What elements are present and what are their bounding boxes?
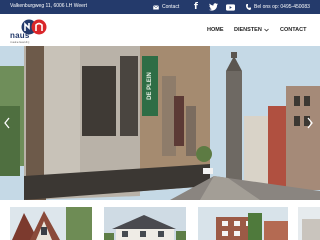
phone-label: Bel ons op: 0495-450083 [254, 4, 310, 10]
property-thumbnail[interactable] [298, 207, 320, 240]
office-address: Valkenburgweg 11, 6006 LH Weert [10, 3, 87, 9]
shop-sign: DE PLEIN [147, 72, 153, 100]
facebook-icon[interactable]: f [192, 1, 200, 13]
property-thumbnail[interactable] [104, 207, 186, 240]
nav-diensten[interactable]: DIENSTEN [234, 14, 269, 46]
property-thumbnails [0, 200, 320, 240]
chevron-down-icon [264, 28, 269, 32]
brand-name: naus [10, 31, 30, 40]
chevron-right-icon [307, 117, 313, 129]
nav-diensten-label: DIENSTEN [234, 27, 262, 33]
property-thumbnail[interactable] [198, 207, 288, 240]
brand-logo[interactable]: naus makelaardij [10, 18, 50, 44]
slider-next-button[interactable] [305, 114, 315, 132]
property-thumbnail[interactable] [10, 207, 92, 240]
nav-contact[interactable]: CONTACT [280, 14, 306, 46]
apartment-photo [198, 207, 288, 240]
slider-prev-button[interactable] [2, 114, 12, 132]
villa-photo [104, 207, 186, 240]
hero-image: DE PLEIN [0, 46, 320, 200]
chevron-left-icon [4, 117, 10, 129]
youtube-icon[interactable] [225, 1, 235, 13]
phone-icon [246, 4, 251, 10]
nav-home[interactable]: HOME [207, 14, 224, 46]
hero-slider[interactable]: DE PLEIN [0, 46, 320, 200]
contact-label: Contact [162, 4, 180, 10]
contact-link[interactable]: Contact [153, 0, 179, 14]
brand-subtitle: makelaardij [10, 40, 30, 44]
twitter-icon[interactable] [208, 1, 218, 13]
house-photo [298, 207, 320, 240]
phone-link[interactable]: Bel ons op: 0495-450083 [246, 0, 310, 14]
site-header: naus makelaardij HOME DIENSTEN CONTACT [0, 14, 320, 46]
house-photo [10, 207, 92, 240]
envelope-icon [153, 4, 159, 9]
top-bar: Valkenburgweg 11, 6006 LH Weert Contact … [0, 0, 320, 14]
